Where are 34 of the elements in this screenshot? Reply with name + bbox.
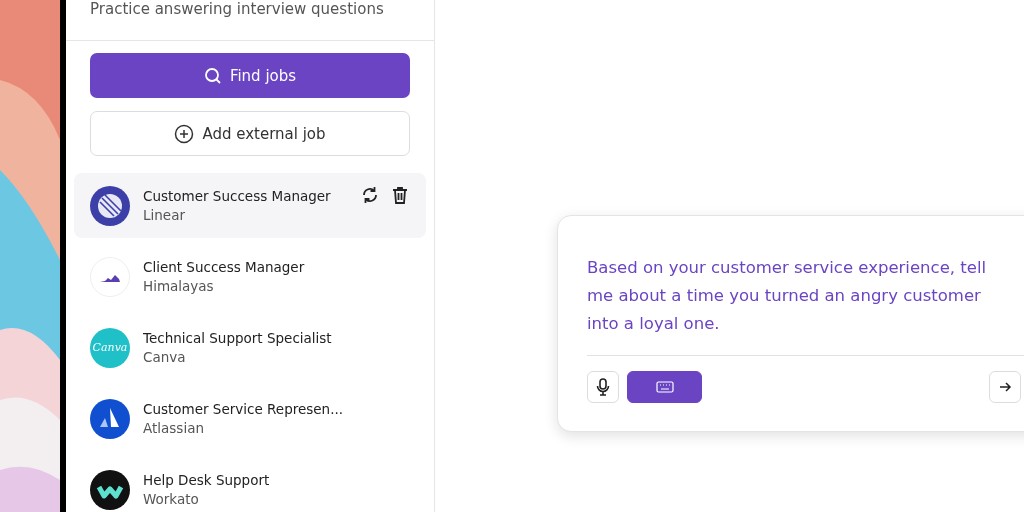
refresh-icon[interactable]	[360, 185, 380, 205]
add-circle-icon	[174, 123, 195, 144]
job-item[interactable]: Customer Success Manager Linear	[74, 173, 426, 238]
microphone-button[interactable]	[587, 371, 619, 403]
company-name: Atlassian	[143, 419, 205, 437]
job-title: Customer Success Manager	[143, 187, 332, 205]
find-jobs-button[interactable]: Find jobs	[90, 53, 410, 98]
send-button[interactable]	[989, 371, 1021, 403]
company-logo	[90, 469, 130, 510]
company-logo	[90, 256, 130, 297]
company-name: Workato	[143, 490, 200, 508]
microphone-icon	[596, 378, 610, 396]
arrow-right-icon	[998, 380, 1012, 394]
company-name: Canva	[143, 348, 187, 366]
company-logo: Canva	[90, 327, 130, 368]
company-logo	[90, 398, 130, 439]
job-title: Help Desk Support	[143, 471, 271, 489]
question-text: Based on your customer service experience, tell me about a time you turned an angry customer into a loyal one.	[587, 257, 988, 335]
company-name: Linear	[143, 206, 186, 224]
trash-icon[interactable]	[390, 185, 410, 205]
search-icon	[203, 66, 222, 85]
add-job-button[interactable]: Add external job	[90, 111, 410, 156]
job-title: Customer Service Represen...	[143, 400, 345, 418]
job-item[interactable]: Canva Technical Support Specialist Canva	[74, 315, 426, 380]
job-item[interactable]: Help Desk Support Workato	[74, 457, 426, 512]
job-title: Client Success Manager	[143, 258, 306, 276]
company-logo	[90, 185, 130, 226]
subtitle: Practice answering interview questions	[90, 0, 384, 18]
job-title: Technical Support Specialist	[143, 329, 333, 347]
job-item[interactable]: Customer Service Represen... Atlassian	[74, 386, 426, 451]
company-name: Himalayas	[143, 277, 215, 295]
keyboard-button[interactable]	[627, 371, 702, 403]
keyboard-icon	[655, 381, 674, 393]
job-item[interactable]: Client Success Manager Himalayas	[74, 244, 426, 309]
